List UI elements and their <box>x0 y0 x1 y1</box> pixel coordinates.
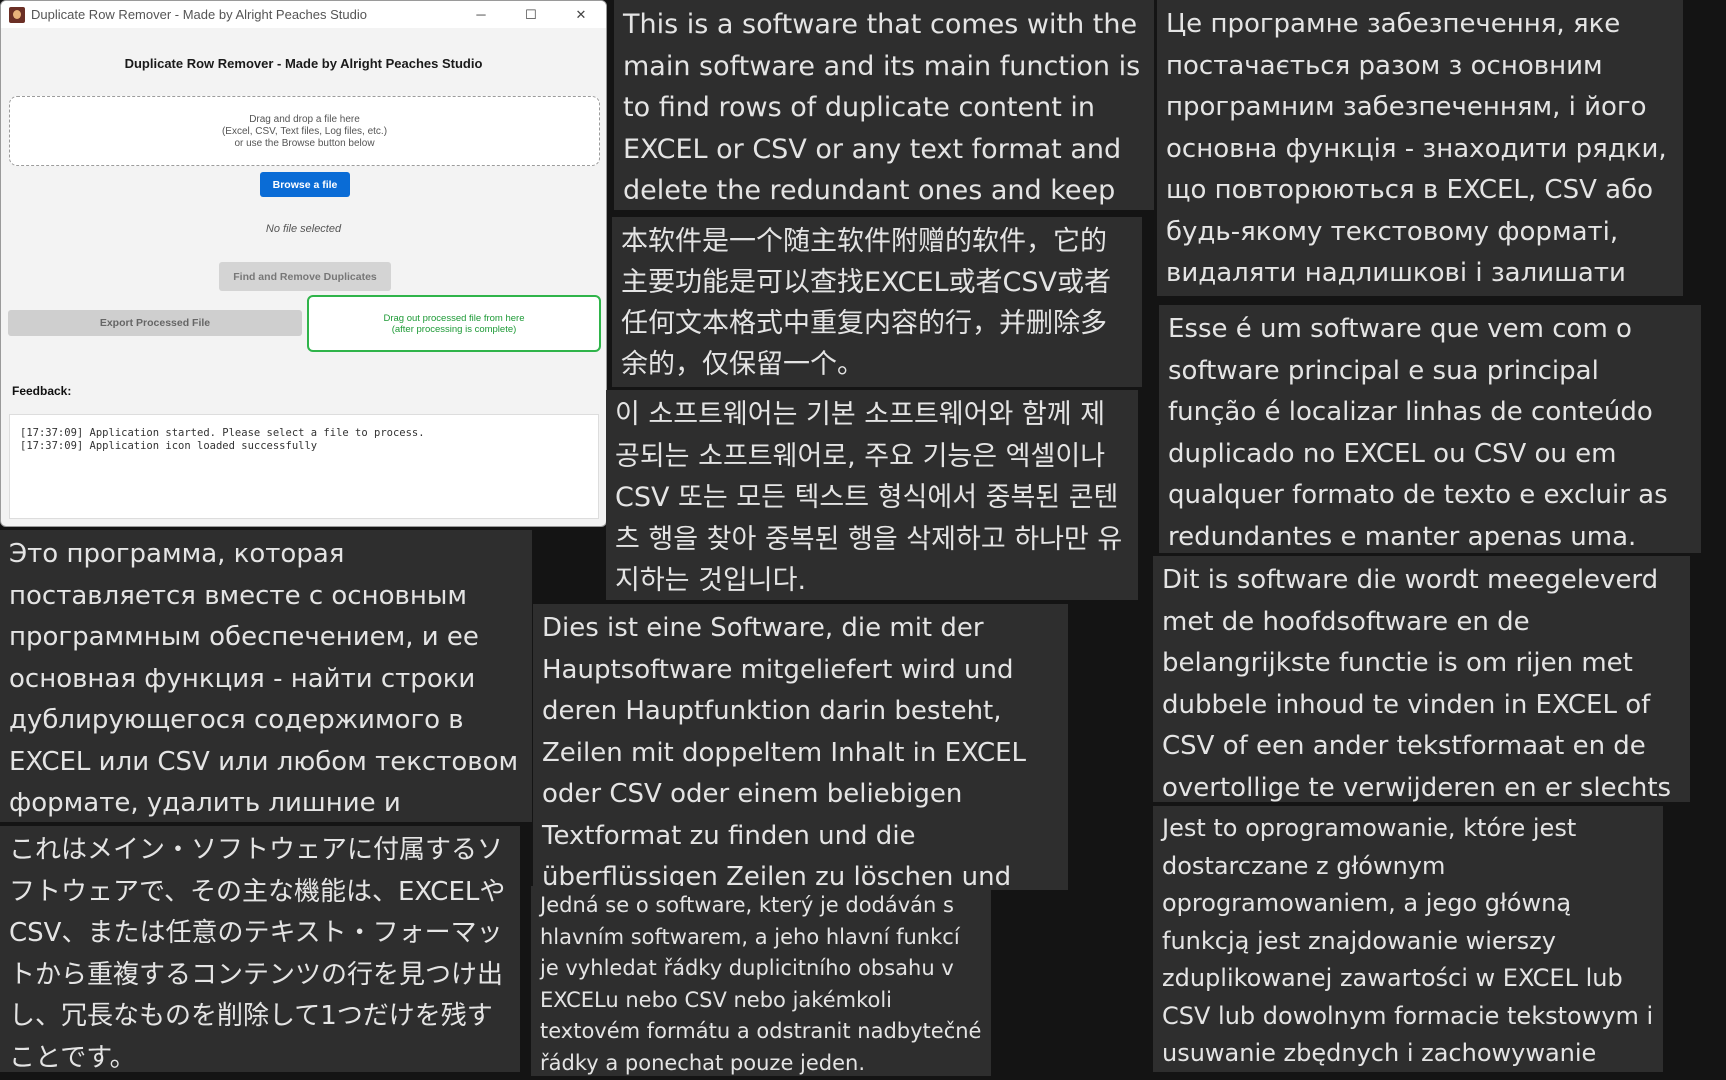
export-button[interactable]: Export Processed File <box>8 310 302 336</box>
dropzone-line-2: (Excel, CSV, Text files, Log files, etc.… <box>221 126 388 137</box>
log-line: [17:37:09] Application icon loaded succe… <box>20 440 318 452</box>
dropzone-line-1: Drag and drop a file here <box>249 114 360 125</box>
description-portuguese: Esse é um software que vem com o softwar… <box>1159 305 1701 553</box>
page-title: Duplicate Row Remover - Made by Alright … <box>124 56 483 71</box>
description-german: Dies ist eine Software, die mit der Haup… <box>533 604 1068 890</box>
description-czech: Jedná se o software, který je dodáván s … <box>531 886 991 1076</box>
app-window: Duplicate Row Remover - Made by Alright … <box>0 0 607 527</box>
file-dropzone[interactable]: Drag and drop a file here (Excel, CSV, T… <box>9 96 600 166</box>
description-polish: Jest to oprogramowanie, które jest dosta… <box>1153 806 1663 1072</box>
log-line: [17:37:09] Application started. Please s… <box>20 427 425 439</box>
window-title: Duplicate Row Remover - Made by Alright … <box>31 7 367 22</box>
description-japanese: これはメイン・ソフトウェアに付属するソフトウェアで、その主な機能は、EXCELや… <box>0 826 520 1072</box>
feedback-label: Feedback: <box>12 384 72 398</box>
find-remove-duplicates-button[interactable]: Find and Remove Duplicates <box>219 262 391 291</box>
dropzone-line-3: or use the Browse button below <box>234 138 375 149</box>
description-russian: Это программа, которая поставляется вмес… <box>0 530 532 822</box>
description-dutch: Dit is software die wordt meegeleverd me… <box>1153 556 1690 802</box>
drag-out-line-1: Drag out processed file from here <box>383 312 525 324</box>
browse-button[interactable]: Browse a file <box>260 172 350 197</box>
minimize-icon[interactable]: ─ <box>456 1 506 28</box>
description-ukrainian: Це програмне забезпечення, яке постачаєт… <box>1157 0 1683 296</box>
close-icon[interactable]: ✕ <box>556 1 606 28</box>
description-korean: 이 소프트웨어는 기본 소프트웨어와 함께 제공되는 소프트웨어로, 주요 기능… <box>606 390 1138 600</box>
feedback-log[interactable]: [17:37:09] Application started. Please s… <box>9 414 599 519</box>
drag-out-line-2: (after processing is complete) <box>391 323 517 335</box>
description-english: This is a software that comes with the m… <box>614 0 1154 210</box>
maximize-icon[interactable]: ☐ <box>506 1 556 28</box>
file-status-text: No file selected <box>265 223 342 235</box>
title-bar[interactable]: Duplicate Row Remover - Made by Alright … <box>1 1 606 28</box>
description-chinese: 本软件是一个随主软件附赠的软件，它的主要功能是可以查找EXCEL或者CSV或者任… <box>612 217 1142 387</box>
drag-out-zone[interactable]: Drag out processed file from here (after… <box>307 295 601 352</box>
app-icon <box>9 6 25 23</box>
